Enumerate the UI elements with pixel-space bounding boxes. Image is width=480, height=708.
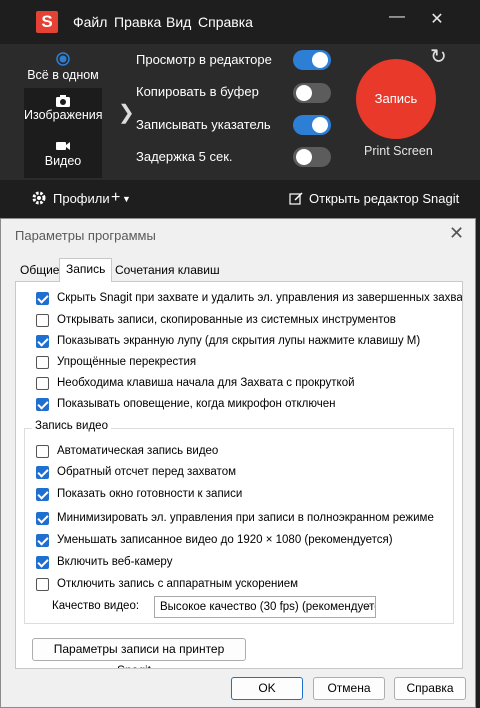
checkbox[interactable] [36, 314, 49, 327]
checkbox[interactable] [36, 556, 49, 569]
checkbox[interactable] [36, 445, 49, 458]
menu-help[interactable]: Справка [198, 14, 253, 30]
profiles-button[interactable]: Профили [53, 191, 110, 206]
checkbox-label: Упрощённые перекрестия [57, 356, 197, 368]
tab-capture[interactable]: Запись [59, 258, 113, 282]
checkbox-label: Отключить запись с аппаратным ускорением [57, 578, 299, 590]
checkbox[interactable] [36, 488, 49, 501]
toggle-knob [296, 149, 312, 165]
toggle-knob [296, 85, 312, 101]
mode-label: Всё в одном [27, 68, 99, 82]
checkbox-label: Скрыть Snagit при захвате и удалить эл. … [57, 292, 463, 304]
title-bar: S Файл Правка Вид Справка — ✕ [0, 0, 480, 44]
toggle-capture-cursor[interactable] [293, 115, 331, 135]
toggle-delay[interactable] [293, 147, 331, 167]
mode-label: Видео [44, 154, 82, 168]
checkbox[interactable] [36, 512, 49, 525]
mode-video[interactable]: Видео [24, 134, 102, 178]
tab-panel-capture: Скрыть Snagit при захвате и удалить эл. … [15, 281, 463, 669]
snagit-capture-window: S Файл Правка Вид Справка — ✕ Всё в одно… [0, 0, 480, 218]
add-profile-button[interactable]: + [111, 189, 120, 207]
edit-icon [289, 191, 304, 211]
checkbox[interactable] [36, 356, 49, 369]
checkbox-label: Включить веб-камеру [57, 556, 173, 568]
close-icon[interactable]: ✕ [425, 9, 449, 29]
toggle-copy-to-clipboard[interactable] [293, 83, 331, 103]
bottom-bar: Профили + ▼ Открыть редактор Snagit [0, 180, 480, 218]
gear-icon[interactable] [31, 190, 47, 211]
video-camera-icon [24, 134, 102, 154]
mode-image[interactable]: Изображения [24, 88, 103, 134]
option-label-preview: Просмотр в редакторе [136, 52, 272, 67]
tab-hotkeys[interactable]: Сочетания клавиш [109, 260, 226, 281]
checkbox-label: Показывать экранную лупу (для скрытия лу… [57, 335, 421, 347]
snagit-logo: S [36, 11, 58, 33]
ok-button[interactable]: OK [231, 677, 303, 700]
checkbox-label: Обратный отсчет перед захватом [57, 466, 236, 478]
minimize-icon[interactable]: — [385, 8, 409, 26]
checkbox-label: Показывать оповещение, когда микрофон от… [57, 398, 336, 410]
chevron-down-icon: ⌵ [363, 601, 371, 612]
checkbox[interactable] [36, 292, 49, 305]
video-quality-value: Высокое качество (30 fps) (рекомендуется… [160, 601, 376, 613]
checkbox-label: Автоматическая запись видео [57, 445, 219, 457]
cancel-button[interactable]: Отмена [313, 677, 385, 700]
toggle-knob [312, 117, 328, 133]
checkbox[interactable] [36, 377, 49, 390]
checkbox-label: Открывать записи, скопированные из систе… [57, 314, 396, 326]
tab-general[interactable]: Общие [14, 260, 65, 281]
option-label-copy: Копировать в буфер [136, 84, 259, 99]
open-editor-link[interactable]: Открыть редактор Snagit [309, 191, 459, 206]
video-quality-select[interactable]: Высокое качество (30 fps) (рекомендуется… [154, 596, 376, 618]
checkbox[interactable] [36, 398, 49, 411]
checkbox[interactable] [36, 335, 49, 348]
capture-button[interactable]: Запись [356, 59, 436, 139]
hotkey-label: Print Screen [364, 144, 433, 158]
radio-dot-icon [24, 48, 102, 68]
option-label-delay: Задержка 5 сек. [136, 149, 233, 164]
checkbox-label: Показать окно готовности к записи [57, 488, 243, 500]
toggle-preview-in-editor[interactable] [293, 50, 331, 70]
printer-capture-settings-button[interactable]: Параметры записи на принтер Snagit... [32, 638, 246, 668]
option-label-cursor: Записывать указатель [136, 117, 271, 132]
checkbox[interactable] [36, 534, 49, 547]
options-dialog: Параметры программы ✕ Общие Запись Сочет… [0, 218, 476, 708]
mode-all-in-one[interactable]: Всё в одном [24, 48, 102, 92]
chevron-down-icon[interactable]: ▼ [122, 194, 131, 204]
video-quality-label: Качество видео: [52, 600, 140, 612]
checkbox-label: Необходима клавиша начала для Захвата с … [57, 377, 355, 389]
checkbox[interactable] [36, 466, 49, 479]
dialog-title: Параметры программы [15, 228, 156, 243]
close-icon[interactable]: ✕ [449, 223, 464, 244]
toggle-knob [312, 52, 328, 68]
menu-edit[interactable]: Правка [114, 14, 161, 30]
checkbox-label: Уменьшать записанное видео до 1920 × 108… [57, 534, 393, 546]
checkbox-label: Минимизировать эл. управления при записи… [57, 512, 434, 524]
checkbox[interactable] [36, 578, 49, 591]
menu-view[interactable]: Вид [166, 14, 191, 30]
menu-file[interactable]: Файл [73, 14, 107, 30]
video-group-label: Запись видео [32, 420, 111, 432]
mode-label: Изображения [24, 108, 103, 122]
camera-icon [24, 88, 102, 108]
help-button[interactable]: Справка [394, 677, 466, 700]
reset-icon[interactable]: ↻ [430, 44, 447, 69]
chevron-right-icon[interactable]: ❯ [118, 100, 135, 125]
